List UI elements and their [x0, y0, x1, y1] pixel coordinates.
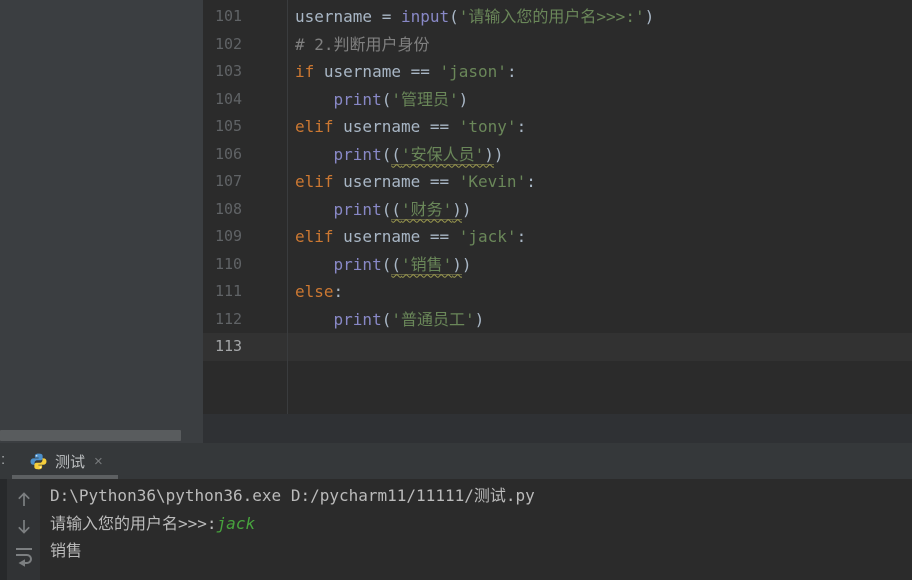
- code-line[interactable]: 109 elif username == 'jack':: [203, 223, 912, 251]
- code-line[interactable]: 102 # 2.判断用户身份: [203, 31, 912, 59]
- code-text[interactable]: elif username == 'jack':: [287, 223, 526, 251]
- code-text[interactable]: print('管理员'): [287, 86, 469, 114]
- code-text[interactable]: elif username == 'Kevin':: [287, 168, 536, 196]
- code-line[interactable]: 103 if username == 'jason':: [203, 58, 912, 86]
- code-text[interactable]: else:: [287, 278, 343, 306]
- project-panel: [0, 0, 203, 443]
- run-console: D:\Python36\python36.exe D:/pycharm11/11…: [0, 479, 912, 580]
- line-number[interactable]: 104: [203, 86, 287, 114]
- code-text[interactable]: [287, 333, 295, 361]
- console-line: D:\Python36\python36.exe D:/pycharm11/11…: [50, 486, 535, 505]
- soft-wrap-button[interactable]: [12, 542, 36, 568]
- code-line[interactable]: 112 print('普通员工'): [203, 306, 912, 334]
- editor-console-gap: [203, 414, 912, 443]
- console-output[interactable]: D:\Python36\python36.exe D:/pycharm11/11…: [40, 482, 912, 580]
- code-line[interactable]: 113: [203, 333, 912, 361]
- arrow-up-icon: [17, 492, 30, 506]
- line-number[interactable]: 111: [203, 278, 287, 306]
- line-number[interactable]: 105: [203, 113, 287, 141]
- code-line[interactable]: 104 print('管理员'): [203, 86, 912, 114]
- line-number[interactable]: 108: [203, 196, 287, 224]
- code-line[interactable]: 105 elif username == 'tony':: [203, 113, 912, 141]
- code-text[interactable]: # 2.判断用户身份: [287, 31, 430, 59]
- run-toolwindow-tabbar: : 测试 ×: [0, 443, 912, 479]
- line-number[interactable]: 113: [203, 333, 287, 361]
- code-lines: 101 username = input('请输入您的用户名>>>:') 102 # …: [203, 3, 912, 361]
- scroll-up-button[interactable]: [12, 486, 36, 512]
- run-tab-label: 测试: [55, 453, 86, 471]
- code-line[interactable]: 108 print(('财务')): [203, 196, 912, 224]
- scroll-down-button[interactable]: [12, 514, 36, 540]
- console-line: 销售: [50, 541, 83, 560]
- pycharm-window: 101 username = input('请输入您的用户名>>>:') 102 # …: [0, 0, 912, 580]
- python-icon: [30, 453, 47, 469]
- line-number[interactable]: 101: [203, 3, 287, 31]
- gutter-separator: [287, 0, 288, 414]
- console-line: 请输入您的用户名>>>:jack: [50, 513, 256, 533]
- line-number[interactable]: 109: [203, 223, 287, 251]
- code-text[interactable]: print(('安保人员')): [287, 141, 504, 169]
- code-text[interactable]: elif username == 'tony':: [287, 113, 526, 141]
- soft-wrap-icon: [15, 548, 32, 567]
- code-text[interactable]: if username == 'jason':: [287, 58, 517, 86]
- run-tab[interactable]: 测试 ×: [12, 443, 109, 479]
- close-icon[interactable]: ×: [94, 454, 103, 469]
- code-text[interactable]: print(('销售')): [287, 251, 472, 279]
- line-number[interactable]: 112: [203, 306, 287, 334]
- horizontal-scrollbar[interactable]: [0, 430, 181, 441]
- code-text[interactable]: print(('财务')): [287, 196, 472, 224]
- code-text[interactable]: username = input('请输入您的用户名>>>:'): [287, 3, 654, 31]
- code-editor[interactable]: 101 username = input('请输入您的用户名>>>:') 102 # …: [203, 0, 912, 414]
- line-number[interactable]: 110: [203, 251, 287, 279]
- line-number[interactable]: 102: [203, 31, 287, 59]
- code-line[interactable]: 107 elif username == 'Kevin':: [203, 168, 912, 196]
- line-number[interactable]: 107: [203, 168, 287, 196]
- code-line[interactable]: 111 else:: [203, 278, 912, 306]
- console-toolbar: [0, 479, 40, 580]
- code-text[interactable]: print('普通员工'): [287, 306, 485, 334]
- line-number[interactable]: 106: [203, 141, 287, 169]
- run-toolwindow-label: :: [1, 451, 6, 468]
- code-line[interactable]: 110 print(('销售')): [203, 251, 912, 279]
- arrow-down-icon: [17, 520, 30, 534]
- code-line[interactable]: 101 username = input('请输入您的用户名>>>:'): [203, 3, 912, 31]
- line-number[interactable]: 103: [203, 58, 287, 86]
- code-line[interactable]: 106 print(('安保人员')): [203, 141, 912, 169]
